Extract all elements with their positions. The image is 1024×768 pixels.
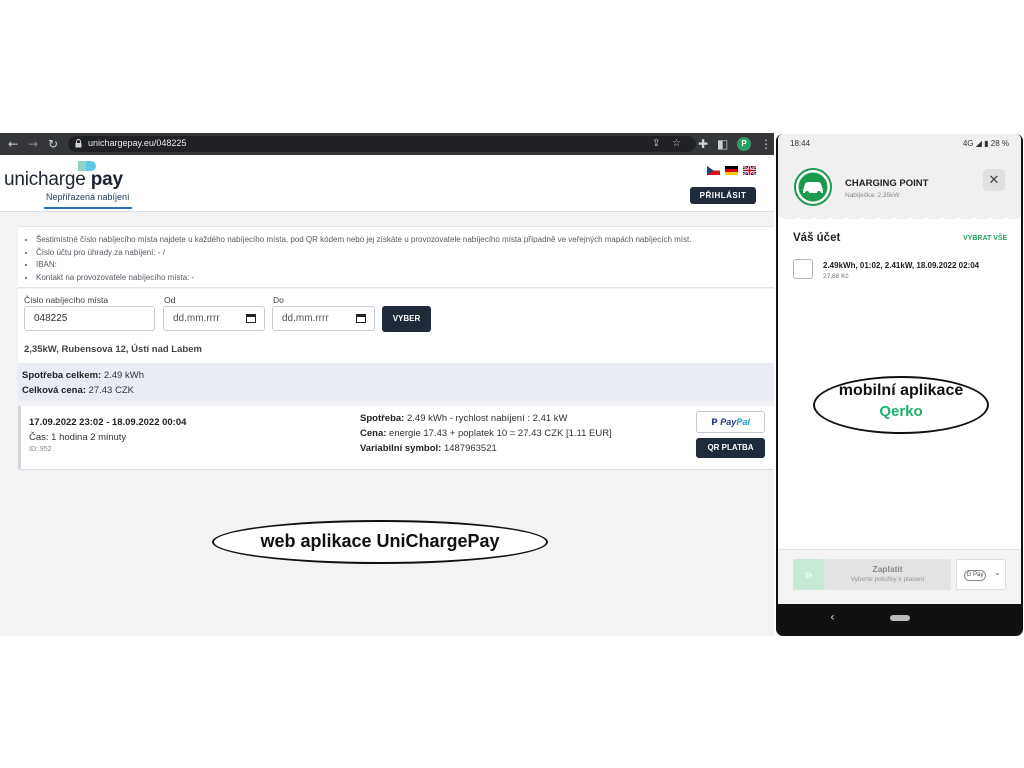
select-all-button[interactable]: VYBRAT VŠE [963,235,1007,242]
payment-bar: » Zaplatit Vyberte položky k placení G P… [778,549,1021,604]
date-from-input[interactable]: dd.mm.rrrr [163,306,265,331]
status-time: 18:44 [790,139,811,148]
total-price: Celková cena: 27.43 CZK [22,385,134,396]
qerko-logo: Qerko [879,403,923,420]
session-consumption: Spotřeba: 2.49 kWh - rychlost nabíjení :… [360,413,568,424]
status-indicators: 4G ◢ ▮ 28 % [962,139,1009,148]
filter-form: Číslo nabíjecího místa 048225 Od dd.mm.r… [18,289,774,363]
side-panel-icon[interactable]: ◧ [717,137,728,151]
tab-unassigned-charging[interactable]: Nepřiřazená nabíjení [46,192,130,202]
charging-point-title: CHARGING POINT [845,178,929,189]
phone-screen: 18:44 4G ◢ ▮ 28 % CHARGING POINT Nabíječ… [778,134,1021,604]
profile-avatar[interactable]: P [737,137,751,151]
url-text: unichargepay.eu/048225 [88,138,187,148]
android-nav-bar: ‹ [778,604,1021,632]
charging-item-title[interactable]: 2.49kWh, 01:02, 2.41kW, 18.09.2022 02:04 [823,261,979,270]
web-app-annotation: web aplikace UniChargePay [212,520,548,564]
date-to-label: Do [273,295,284,305]
session-period: 17.09.2022 23:02 - 18.09.2022 00:04 [29,417,187,428]
total-consumption: Spotřeba celkem: 2.49 kWh [22,370,144,381]
filter-button[interactable]: VYBER [382,306,431,332]
forward-arrow-icon[interactable]: → [28,137,38,151]
nav-back-icon[interactable]: ‹ [830,610,835,624]
nav-home-pill[interactable] [890,615,910,621]
date-from-label: Od [164,295,176,305]
mobile-app-annotation: mobilní aplikace Qerko [813,376,989,434]
session-duration: Čas: 1 hodina 2 minuty [29,432,127,443]
bookmark-star-icon[interactable]: ☆ [672,137,681,151]
charger-power: Nabíječka: 2,35kW [845,192,900,199]
google-pay-icon: G Pay [964,570,986,581]
charging-item-price: 27,68 Kč [823,273,849,280]
unichargepay-logo[interactable]: unicharge pay [4,169,123,191]
charging-session-card: 17.09.2022 23:02 - 18.09.2022 00:04 Čas:… [18,406,774,470]
info-item: Kontakt na provozovatele nabíjecího míst… [36,272,774,285]
paypal-logo-icon: 𝗣 [711,417,718,427]
chevron-down-icon[interactable]: ⌄ [994,568,1001,577]
share-icon[interactable]: ⇪ [652,137,660,151]
reload-icon[interactable]: ↻ [48,137,58,151]
info-item: Číslo účtu pro úhrady za nabíjení: - / [36,247,774,260]
info-item: IBAN: [36,259,774,272]
back-arrow-icon[interactable]: ← [8,137,18,151]
german-flag-icon[interactable] [725,166,738,175]
paypal-button[interactable]: 𝗣 PayPal [696,411,765,433]
account-title: Váš účet [793,232,841,244]
address-bar[interactable]: unichargepay.eu/048225 ⇪ ☆ [68,136,696,152]
totals-summary: Spotřeba celkem: 2.49 kWh Celková cena: … [18,363,774,401]
item-checkbox[interactable] [793,259,813,279]
double-chevron-icon[interactable]: » [793,559,824,590]
app-header: CHARGING POINT Nabíječka: 2,35kW ✕ [778,152,1021,218]
calendar-icon[interactable] [246,313,256,323]
browser-toolbar: ← → ↻ unichargepay.eu/048225 ⇪ ☆ ✚ ◧ P ⋮ [0,133,774,155]
google-pay-button[interactable]: G Pay ⌄ [956,559,1006,590]
close-icon[interactable]: ✕ [983,169,1005,191]
charging-car-logo-icon [794,168,832,206]
session-price: Cena: energie 17.43 + poplatek 10 = 27.4… [360,428,612,439]
active-tab-indicator [44,207,132,209]
status-bar: 18:44 4G ◢ ▮ 28 % [778,134,1021,152]
station-number-label: Číslo nabíjecího místa [24,295,109,305]
login-button[interactable]: PŘIHLÁSIT [690,187,756,204]
calendar-icon[interactable] [356,313,366,323]
info-box: Šestimístné číslo nabíjecího místa najde… [18,226,774,288]
date-to-input[interactable]: dd.mm.rrrr [272,306,375,331]
czech-flag-icon[interactable] [707,166,720,175]
session-id: ID: 952 [29,446,52,453]
uk-flag-icon[interactable] [743,166,756,175]
site-header: unicharge pay Nepřiřazená nabíjení PŘIHL… [0,155,774,212]
lock-icon [75,139,82,148]
station-number-input[interactable]: 048225 [24,306,155,331]
qr-payment-button[interactable]: QR PLATBA [696,438,765,458]
extensions-icon[interactable]: ✚ [698,137,708,151]
info-item: Šestimístné číslo nabíjecího místa najde… [36,234,774,247]
pay-button[interactable]: Zaplatit Vyberte položky k placení [824,559,951,590]
menu-kebab-icon[interactable]: ⋮ [760,137,772,151]
logo-mark-icon [78,161,96,171]
mobile-annotation-title: mobilní aplikace [838,382,964,399]
receipt-edge [778,214,1021,222]
station-address: 2,35kW, Rubensova 12, Ústí nad Labem [24,344,202,355]
session-variable-symbol: Variabilní symbol: 1487963521 [360,443,497,454]
